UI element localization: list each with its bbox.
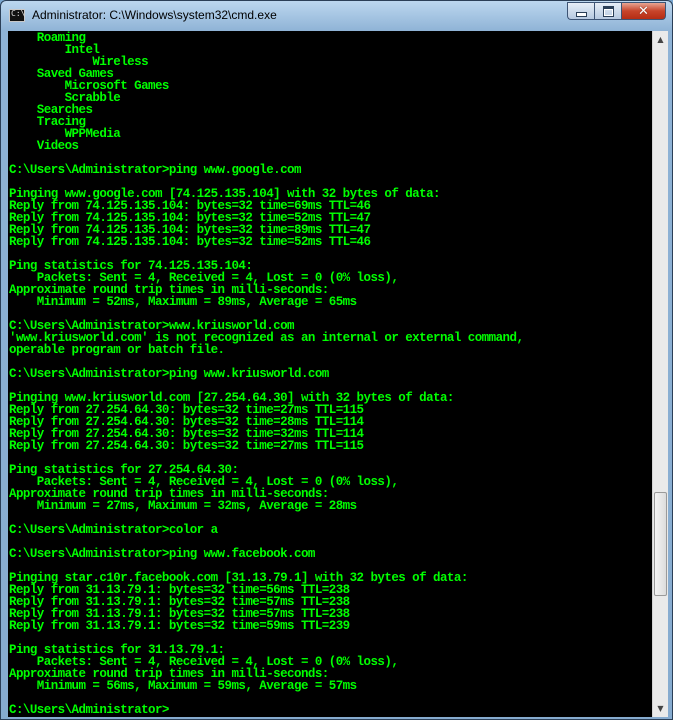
maximize-button[interactable] (594, 2, 621, 20)
console-line: Minimum = 27ms, Maximum = 32ms, Average … (9, 499, 357, 513)
cmd-icon-label: C:\ (11, 9, 26, 18)
console-line: C:\Users\Administrator>ping www.google.c… (9, 163, 302, 177)
minimize-icon (575, 11, 587, 17)
scrollbar-thumb[interactable] (654, 492, 667, 596)
window-title: Administrator: C:\Windows\system32\cmd.e… (32, 8, 277, 22)
console-line: Reply from 27.254.64.30: bytes=32 time=2… (9, 439, 364, 453)
scroll-up-arrow-icon[interactable]: ▲ (653, 31, 668, 48)
console-line: Videos (9, 139, 79, 153)
window-controls: ✕ (567, 2, 666, 21)
maximize-icon (602, 5, 614, 17)
console-line: C:\Users\Administrator>ping www.kriuswor… (9, 367, 329, 381)
close-button[interactable]: ✕ (621, 2, 666, 20)
console-line: Reply from 31.13.79.1: bytes=32 time=59m… (9, 619, 350, 633)
scroll-down-arrow-icon[interactable]: ▼ (653, 700, 668, 717)
cmd-window: C:\ Administrator: C:\Windows\system32\c… (0, 0, 673, 720)
console-line: Roaming (9, 31, 86, 45)
console-line: operable program or batch file. (9, 343, 225, 357)
console-line: Minimum = 52ms, Maximum = 89ms, Average … (9, 295, 357, 309)
minimize-button[interactable] (567, 2, 594, 20)
cmd-icon[interactable]: C:\ (9, 9, 25, 22)
title-bar[interactable]: C:\ Administrator: C:\Windows\system32\c… (1, 1, 672, 31)
close-icon: ✕ (638, 3, 649, 19)
console-line: WPPMedia (9, 127, 121, 141)
console-line: C:\Users\Administrator>ping www.facebook… (9, 547, 315, 561)
console-area[interactable]: Roaming Intel Wireless Saved Games Micro… (8, 31, 668, 717)
console-line: Reply from 74.125.135.104: bytes=32 time… (9, 235, 371, 249)
console-line: Minimum = 56ms, Maximum = 59ms, Average … (9, 679, 357, 693)
console-line: C:\Users\Administrator> (9, 703, 169, 717)
console-line: C:\Users\Administrator>color a (9, 523, 218, 537)
console-line: Scrabble (9, 91, 121, 105)
vertical-scrollbar[interactable]: ▲ ▼ (652, 31, 668, 717)
console-output[interactable]: Roaming Intel Wireless Saved Games Micro… (9, 31, 651, 717)
console-line: Searches (9, 103, 93, 117)
